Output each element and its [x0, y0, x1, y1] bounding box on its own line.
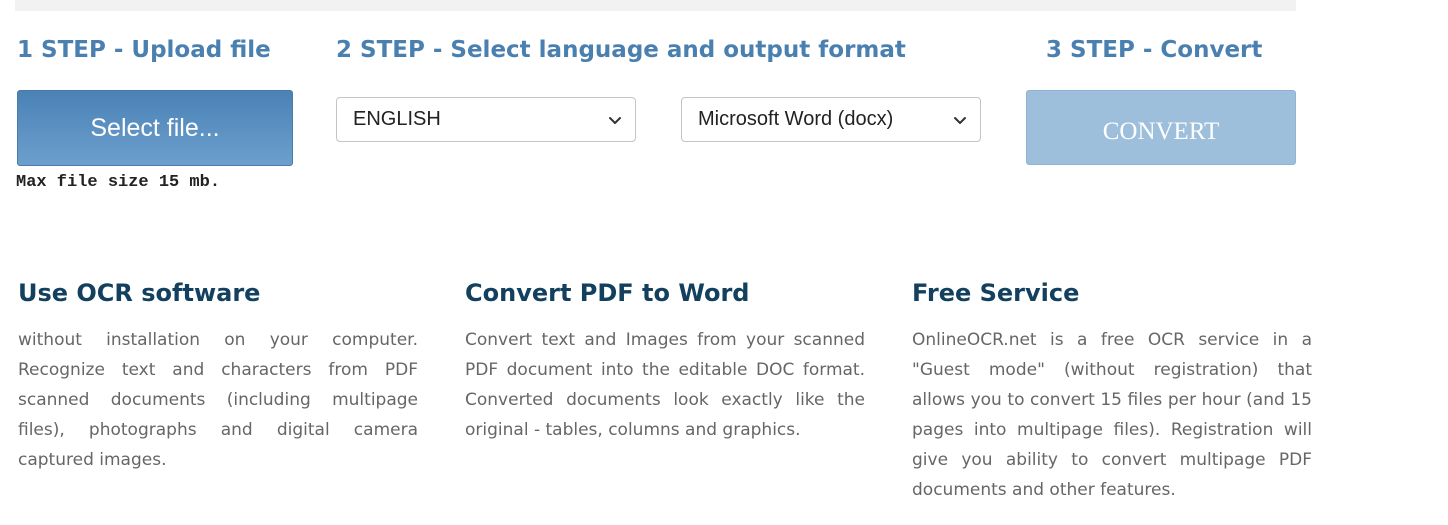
chevron-down-icon: [609, 117, 621, 124]
language-select[interactable]: ENGLISH: [336, 97, 636, 142]
feature-title-ocr-software: Use OCR software: [18, 279, 261, 307]
feature-title-pdf-to-word: Convert PDF to Word: [465, 279, 750, 307]
step3-title: 3 STEP - Convert: [1046, 37, 1263, 63]
language-select-value: ENGLISH: [353, 108, 441, 130]
select-file-button[interactable]: Select file...: [17, 90, 293, 166]
feature-text-ocr-software: without installation on your computer. R…: [18, 330, 418, 470]
output-format-select[interactable]: Microsoft Word (docx): [681, 97, 981, 142]
step2-title: 2 STEP - Select language and output form…: [336, 37, 906, 63]
output-format-select-value: Microsoft Word (docx): [698, 108, 894, 130]
chevron-down-icon: [954, 117, 966, 124]
feature-title-free-service: Free Service: [912, 279, 1080, 307]
top-divider-strip: [15, 0, 1296, 11]
feature-text-free-service: OnlineOCR.net is a free OCR service in a…: [912, 330, 1312, 500]
convert-button[interactable]: CONVERT: [1026, 90, 1296, 165]
feature-text-pdf-to-word: Convert text and Images from your scanne…: [465, 330, 865, 440]
step1-title: 1 STEP - Upload file: [17, 37, 271, 63]
max-file-size-note: Max file size 15 mb.: [16, 173, 221, 192]
